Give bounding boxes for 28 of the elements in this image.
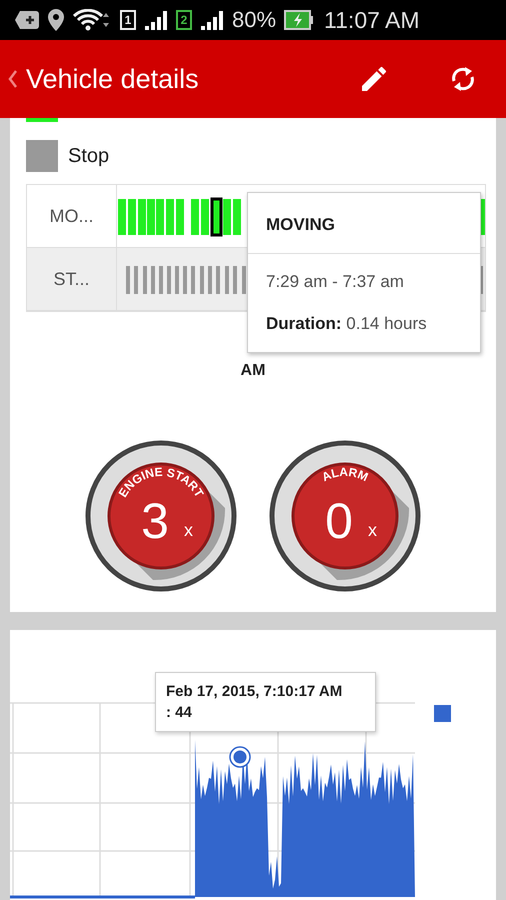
time-range: 7:29 am - 7:37 am: [266, 272, 405, 292]
legend-label: Stop: [68, 144, 110, 168]
row-label: ST...: [27, 248, 117, 310]
axis-label: AM: [240, 362, 266, 379]
battery-percentage: 80%: [232, 7, 276, 33]
counter-label: ALARM: [320, 464, 370, 484]
data-point-marker: [229, 746, 251, 768]
signal-icon: [200, 10, 224, 30]
row-label: MO...: [27, 185, 117, 247]
back-button[interactable]: Vehicle details: [8, 64, 199, 94]
sim-card-icon: 2: [176, 10, 192, 30]
location-pin-icon: [48, 9, 64, 31]
counter-unit: x: [368, 520, 377, 540]
signal-icon: [144, 10, 168, 30]
tooltip-value: : 44: [166, 703, 193, 723]
tooltip-title: MOVING: [248, 193, 480, 254]
sim-card-icon: 1: [120, 10, 136, 30]
battery-charging-icon: [284, 10, 314, 30]
counter-value: 0: [325, 493, 353, 549]
duration-text: Duration: 0.14 hours: [266, 314, 428, 334]
legend-swatch: [434, 705, 451, 722]
tooltip-date: Feb 17, 2015, 7:10:17 AM: [166, 682, 344, 702]
plus-badge-icon: [14, 10, 40, 30]
chevron-left-icon: [8, 69, 18, 89]
counter-unit: x: [184, 520, 193, 540]
counter-value: 3: [141, 493, 169, 549]
wifi-icon: [72, 9, 112, 31]
clock: 11:07 AM: [324, 6, 420, 34]
